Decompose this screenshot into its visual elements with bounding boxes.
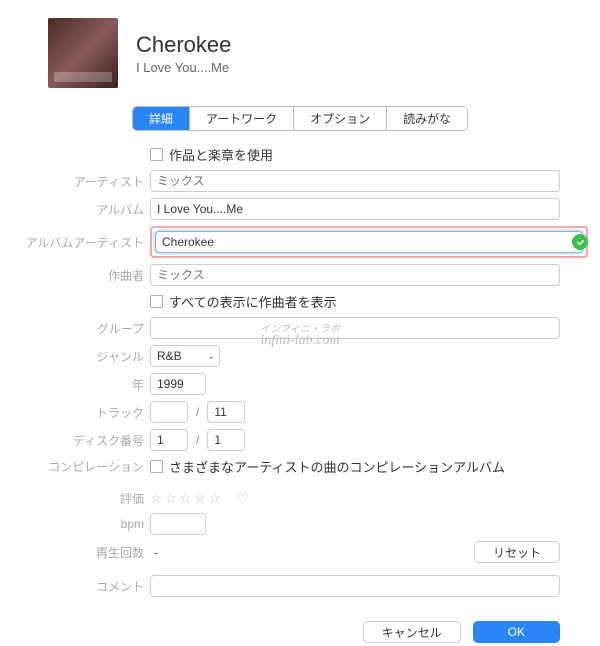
- genre-select[interactable]: R&B ⌄: [150, 345, 220, 367]
- album-artist-highlight: [150, 226, 588, 258]
- tab-options[interactable]: オプション: [294, 107, 387, 130]
- verified-icon: [572, 234, 588, 250]
- header: Cherokee I Love You....Me: [0, 0, 600, 102]
- song-subtitle: I Love You....Me: [136, 60, 231, 75]
- disc-total-field[interactable]: [207, 429, 245, 451]
- plays-value: -: [150, 545, 158, 560]
- year-label: 年: [0, 376, 150, 393]
- genre-value: R&B: [157, 349, 182, 363]
- album-art: [48, 18, 118, 88]
- tab-artwork[interactable]: アートワーク: [190, 107, 294, 130]
- disc-sep: /: [194, 433, 201, 447]
- tab-details[interactable]: 詳細: [133, 107, 190, 130]
- metadata-form: 作品と楽章を使用 アーティスト アルバム アルバムアーティスト 作曲者 すべての…: [0, 145, 600, 597]
- title-block: Cherokee I Love You....Me: [136, 32, 231, 75]
- disc-number-field[interactable]: [150, 429, 188, 451]
- tab-sortings[interactable]: 読みがな: [387, 107, 467, 130]
- track-total-field[interactable]: [207, 401, 245, 423]
- composer-field[interactable]: [150, 264, 560, 286]
- grouping-field[interactable]: [150, 317, 560, 339]
- plays-label: 再生回数: [0, 544, 150, 561]
- song-title: Cherokee: [136, 32, 231, 58]
- compilation-checkbox[interactable]: [150, 460, 163, 473]
- show-composer-checkbox[interactable]: [150, 295, 163, 308]
- year-field[interactable]: [150, 373, 206, 395]
- chevron-down-icon: ⌄: [207, 351, 215, 362]
- tab-bar: 詳細 アートワーク オプション 読みがな: [0, 106, 600, 131]
- show-composer-label: すべての表示に作曲者を表示: [169, 292, 337, 311]
- album-field[interactable]: [150, 198, 560, 220]
- genre-label: ジャンル: [0, 348, 150, 365]
- album-artist-label: アルバムアーティスト: [0, 234, 150, 251]
- use-work-label: 作品と楽章を使用: [169, 145, 273, 164]
- track-number-field[interactable]: [150, 401, 188, 423]
- album-artist-field[interactable]: [155, 231, 583, 253]
- love-icon[interactable]: ♡: [237, 491, 249, 507]
- artist-label: アーティスト: [0, 173, 150, 190]
- use-work-checkbox[interactable]: [150, 148, 163, 161]
- cancel-button[interactable]: キャンセル: [363, 621, 461, 643]
- comment-field[interactable]: [150, 575, 560, 597]
- album-label: アルバム: [0, 201, 150, 218]
- footer: キャンセル OK: [0, 603, 600, 643]
- track-label: トラック: [0, 404, 150, 421]
- grouping-label: グループ: [0, 320, 150, 337]
- comment-label: コメント: [0, 578, 150, 595]
- compilation-text: さまざまなアーティストの曲のコンピレーションアルバム: [169, 457, 505, 476]
- rating-stars[interactable]: ☆☆☆☆☆: [150, 490, 223, 507]
- reset-plays-button[interactable]: リセット: [474, 541, 560, 563]
- composer-label: 作曲者: [0, 267, 150, 284]
- bpm-field[interactable]: [150, 513, 206, 535]
- bpm-label: bpm: [0, 517, 150, 531]
- rating-label: 評価: [0, 490, 150, 507]
- track-sep: /: [194, 405, 201, 419]
- artist-field[interactable]: [150, 170, 560, 192]
- compilation-label: コンピレーション: [0, 458, 150, 475]
- disc-label: ディスク番号: [0, 432, 150, 449]
- ok-button[interactable]: OK: [473, 621, 560, 643]
